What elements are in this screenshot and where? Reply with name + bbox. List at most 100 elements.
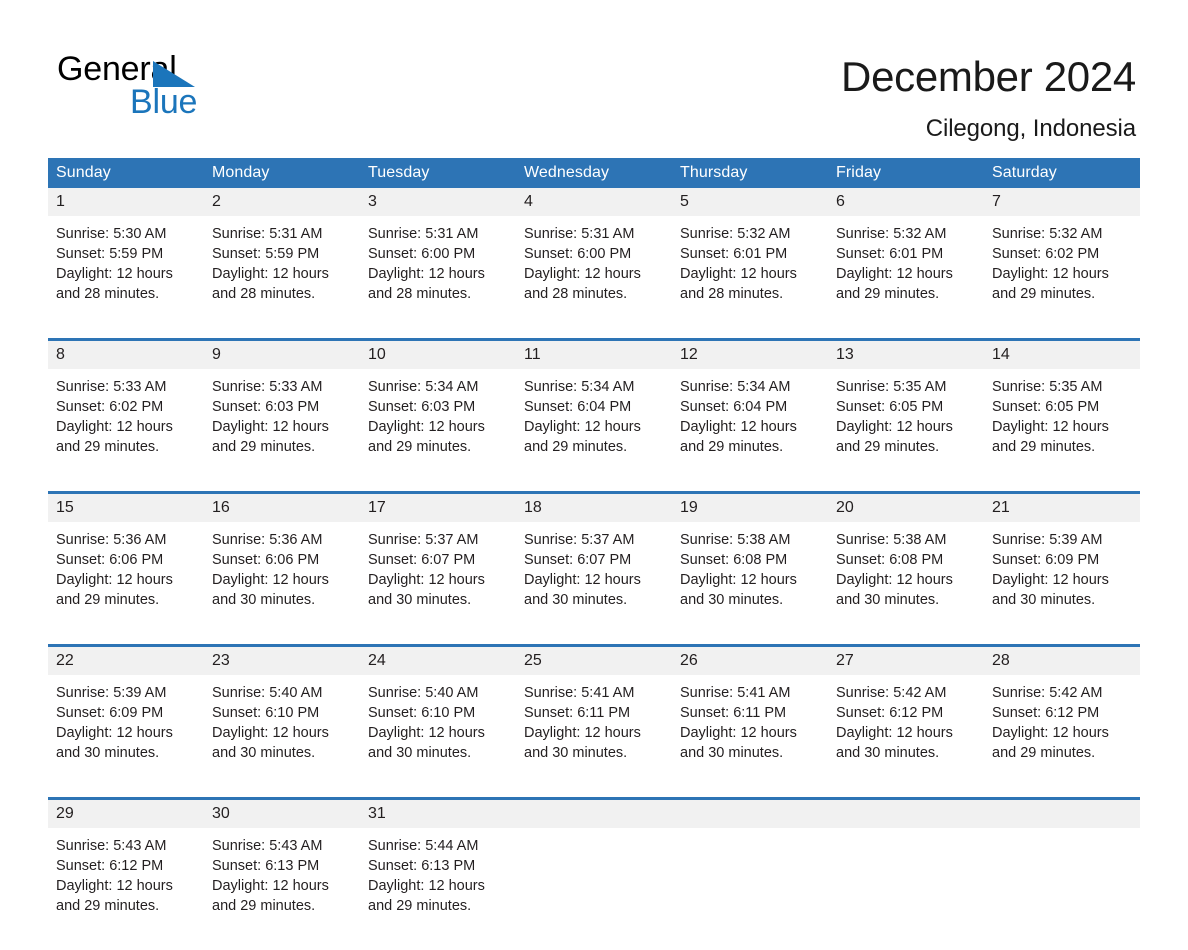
day-number[interactable]: 28	[984, 644, 1140, 675]
daylight-text-line2: and 29 minutes.	[836, 286, 940, 302]
day-cell[interactable]: Sunrise: 5:39 AM Sunset: 6:09 PM Dayligh…	[984, 522, 1140, 646]
day-cell[interactable]: Sunrise: 5:32 AM Sunset: 6:02 PM Dayligh…	[984, 216, 1140, 340]
day-number[interactable]: 21	[984, 491, 1140, 522]
day-number-empty	[516, 797, 672, 828]
day-cell[interactable]: Sunrise: 5:34 AM Sunset: 6:03 PM Dayligh…	[360, 369, 516, 493]
day-number[interactable]: 8	[48, 338, 204, 369]
day-number[interactable]: 10	[360, 338, 516, 369]
day-cell[interactable]: Sunrise: 5:36 AM Sunset: 6:06 PM Dayligh…	[48, 522, 204, 646]
day-cell[interactable]: Sunrise: 5:43 AM Sunset: 6:12 PM Dayligh…	[48, 828, 204, 950]
day-cell[interactable]: Sunrise: 5:37 AM Sunset: 6:07 PM Dayligh…	[360, 522, 516, 646]
day-cell[interactable]: Sunrise: 5:42 AM Sunset: 6:12 PM Dayligh…	[984, 675, 1140, 799]
day-cell[interactable]: Sunrise: 5:36 AM Sunset: 6:06 PM Dayligh…	[204, 522, 360, 646]
day-number[interactable]: 14	[984, 338, 1140, 369]
day-cell[interactable]: Sunrise: 5:32 AM Sunset: 6:01 PM Dayligh…	[672, 216, 828, 340]
sunset-text: Sunset: 6:12 PM	[56, 858, 164, 874]
sunrise-text: Sunrise: 5:35 AM	[836, 379, 947, 395]
day-cell[interactable]: Sunrise: 5:35 AM Sunset: 6:05 PM Dayligh…	[828, 369, 984, 493]
day-number[interactable]: 26	[672, 644, 828, 675]
sunrise-text: Sunrise: 5:40 AM	[212, 685, 323, 701]
day-cell[interactable]: Sunrise: 5:43 AM Sunset: 6:13 PM Dayligh…	[204, 828, 360, 950]
daylight-text-line2: and 30 minutes.	[836, 745, 940, 761]
day-number[interactable]: 30	[204, 797, 360, 828]
day-cell[interactable]: Sunrise: 5:39 AM Sunset: 6:09 PM Dayligh…	[48, 675, 204, 799]
day-number[interactable]: 22	[48, 644, 204, 675]
daylight-text-line2: and 29 minutes.	[992, 439, 1096, 455]
sunset-text: Sunset: 6:10 PM	[212, 705, 320, 721]
day-cell[interactable]: Sunrise: 5:32 AM Sunset: 6:01 PM Dayligh…	[828, 216, 984, 340]
sunrise-text: Sunrise: 5:32 AM	[680, 226, 791, 242]
day-number[interactable]: 12	[672, 338, 828, 369]
day-cell[interactable]: Sunrise: 5:40 AM Sunset: 6:10 PM Dayligh…	[204, 675, 360, 799]
sunset-text: Sunset: 5:59 PM	[56, 246, 164, 262]
day-number[interactable]: 23	[204, 644, 360, 675]
day-cell[interactable]: Sunrise: 5:31 AM Sunset: 5:59 PM Dayligh…	[204, 216, 360, 340]
sunrise-text: Sunrise: 5:31 AM	[212, 226, 323, 242]
day-cell[interactable]: Sunrise: 5:41 AM Sunset: 6:11 PM Dayligh…	[672, 675, 828, 799]
daylight-text-line1: Daylight: 12 hours	[524, 572, 641, 588]
sunrise-text: Sunrise: 5:33 AM	[56, 379, 167, 395]
daylight-text-line2: and 30 minutes.	[524, 745, 628, 761]
day-number[interactable]: 18	[516, 491, 672, 522]
day-cell[interactable]: Sunrise: 5:34 AM Sunset: 6:04 PM Dayligh…	[516, 369, 672, 493]
sunrise-text: Sunrise: 5:38 AM	[836, 532, 947, 548]
day-number[interactable]: 25	[516, 644, 672, 675]
day-number[interactable]: 29	[48, 797, 204, 828]
calendar-table: Sunday Monday Tuesday Wednesday Thursday…	[48, 158, 1140, 950]
daylight-text-line1: Daylight: 12 hours	[212, 725, 329, 741]
day-number[interactable]: 11	[516, 338, 672, 369]
day-number[interactable]: 27	[828, 644, 984, 675]
day-cell[interactable]: Sunrise: 5:42 AM Sunset: 6:12 PM Dayligh…	[828, 675, 984, 799]
day-number[interactable]: 5	[672, 188, 828, 216]
sunset-text: Sunset: 6:11 PM	[524, 705, 631, 721]
day-cell[interactable]: Sunrise: 5:41 AM Sunset: 6:11 PM Dayligh…	[516, 675, 672, 799]
day-cell[interactable]: Sunrise: 5:31 AM Sunset: 6:00 PM Dayligh…	[360, 216, 516, 340]
day-number[interactable]: 24	[360, 644, 516, 675]
day-number[interactable]: 19	[672, 491, 828, 522]
weekday-header-friday: Friday	[828, 158, 984, 188]
day-cell[interactable]: Sunrise: 5:38 AM Sunset: 6:08 PM Dayligh…	[828, 522, 984, 646]
day-number[interactable]: 1	[48, 188, 204, 216]
day-number[interactable]: 6	[828, 188, 984, 216]
day-number-empty	[828, 797, 984, 828]
generalblue-logo[interactable]: General Blue	[57, 52, 317, 124]
daylight-text-line2: and 30 minutes.	[368, 745, 472, 761]
sunset-text: Sunset: 6:11 PM	[680, 705, 787, 721]
day-cell[interactable]: Sunrise: 5:40 AM Sunset: 6:10 PM Dayligh…	[360, 675, 516, 799]
day-number[interactable]: 9	[204, 338, 360, 369]
weekday-header-monday: Monday	[204, 158, 360, 188]
daylight-text-line1: Daylight: 12 hours	[212, 419, 329, 435]
calendar-header-row: Sunday Monday Tuesday Wednesday Thursday…	[48, 158, 1140, 188]
day-cell[interactable]: Sunrise: 5:37 AM Sunset: 6:07 PM Dayligh…	[516, 522, 672, 646]
day-cell[interactable]: Sunrise: 5:33 AM Sunset: 6:02 PM Dayligh…	[48, 369, 204, 493]
day-number[interactable]: 17	[360, 491, 516, 522]
sunrise-text: Sunrise: 5:31 AM	[368, 226, 479, 242]
sunrise-text: Sunrise: 5:34 AM	[524, 379, 635, 395]
day-number[interactable]: 2	[204, 188, 360, 216]
day-cell[interactable]: Sunrise: 5:34 AM Sunset: 6:04 PM Dayligh…	[672, 369, 828, 493]
daylight-text-line1: Daylight: 12 hours	[56, 419, 173, 435]
brand-name-blue: Blue	[130, 83, 198, 121]
day-cell[interactable]: Sunrise: 5:30 AM Sunset: 5:59 PM Dayligh…	[48, 216, 204, 340]
daylight-text-line1: Daylight: 12 hours	[836, 725, 953, 741]
sunrise-text: Sunrise: 5:36 AM	[212, 532, 323, 548]
day-cell[interactable]: Sunrise: 5:44 AM Sunset: 6:13 PM Dayligh…	[360, 828, 516, 950]
day-cell-empty	[516, 828, 672, 950]
day-number[interactable]: 16	[204, 491, 360, 522]
day-number[interactable]: 13	[828, 338, 984, 369]
daylight-text-line2: and 28 minutes.	[212, 286, 316, 302]
day-cell[interactable]: Sunrise: 5:33 AM Sunset: 6:03 PM Dayligh…	[204, 369, 360, 493]
day-number[interactable]: 3	[360, 188, 516, 216]
day-number[interactable]: 31	[360, 797, 516, 828]
daylight-text-line2: and 29 minutes.	[368, 439, 472, 455]
day-cell[interactable]: Sunrise: 5:38 AM Sunset: 6:08 PM Dayligh…	[672, 522, 828, 646]
day-number[interactable]: 15	[48, 491, 204, 522]
day-number[interactable]: 4	[516, 188, 672, 216]
sunrise-text: Sunrise: 5:34 AM	[680, 379, 791, 395]
sunset-text: Sunset: 6:05 PM	[836, 399, 944, 415]
day-cell[interactable]: Sunrise: 5:31 AM Sunset: 6:00 PM Dayligh…	[516, 216, 672, 340]
day-number[interactable]: 7	[984, 188, 1140, 216]
day-number[interactable]: 20	[828, 491, 984, 522]
day-cell[interactable]: Sunrise: 5:35 AM Sunset: 6:05 PM Dayligh…	[984, 369, 1140, 493]
week-daynum-row: 22 23 24 25 26 27 28	[48, 644, 1140, 675]
